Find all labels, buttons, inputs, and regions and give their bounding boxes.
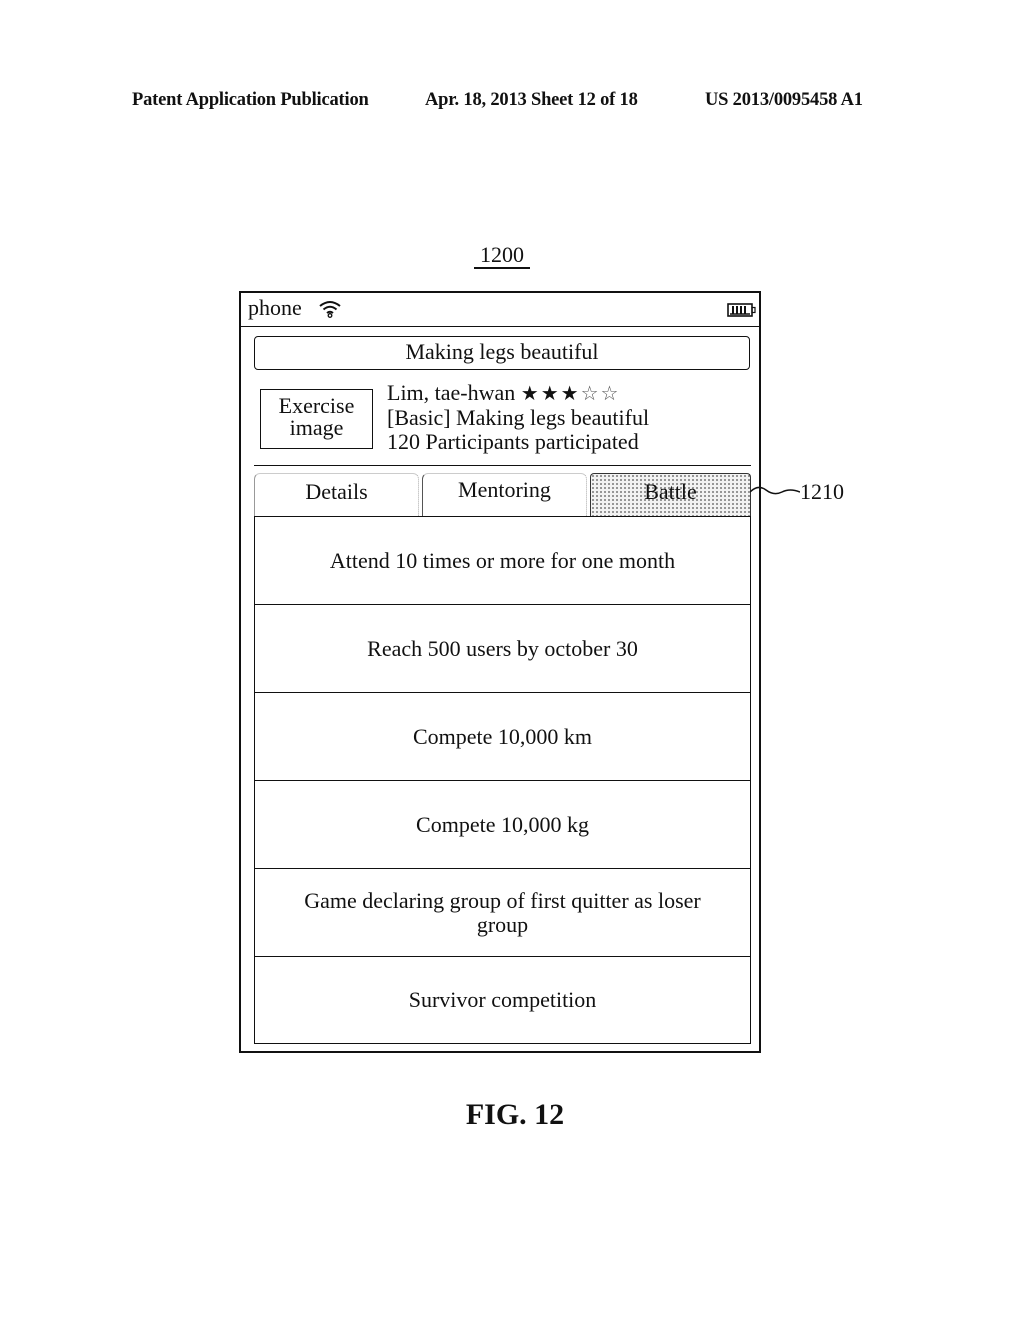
battle-item-first-quitter[interactable]: Game declaring group of first quitter as… xyxy=(255,869,750,957)
carrier-label: phone xyxy=(248,295,302,320)
program-info: Lim, tae-hwan ★★★☆☆ [Basic] Making legs … xyxy=(387,381,649,454)
battle-list: Attend 10 times or more for one month Re… xyxy=(254,516,751,1044)
battle-item-attend[interactable]: Attend 10 times or more for one month xyxy=(255,517,750,605)
publication-date-sheet: Apr. 18, 2013 Sheet 12 of 18 xyxy=(425,90,638,110)
figure-label: FIG. 12 xyxy=(465,1098,565,1131)
battle-item-survivor[interactable]: Survivor competition xyxy=(255,957,750,1043)
publication-number: US 2013/0095458 A1 xyxy=(705,90,863,110)
tab-mentoring[interactable]: Mentoring xyxy=(422,473,587,516)
section-divider xyxy=(254,465,751,466)
star-empty-icon: ☆ xyxy=(580,383,601,405)
callout-leader-line xyxy=(750,486,800,495)
participant-count: 120 Participants participated xyxy=(387,429,639,454)
wifi-icon xyxy=(319,301,341,318)
instructor-line: Lim, tae-hwan ★★★☆☆ xyxy=(387,381,649,406)
status-bar: phone xyxy=(241,293,759,327)
battery-icon xyxy=(727,303,756,317)
phone-screen: phone Making legs beautiful Exercise ima… xyxy=(239,291,761,1053)
tab-battle[interactable]: Battle xyxy=(590,473,751,516)
tab-callout-reference: 1210 xyxy=(800,479,844,504)
tab-bar: Details Mentoring Battle xyxy=(254,473,751,516)
tab-details[interactable]: Details xyxy=(254,473,419,516)
program-title: Making legs beautiful xyxy=(254,336,750,370)
instructor-name: Lim, tae-hwan xyxy=(387,380,516,405)
exercise-image-placeholder: Exercise image xyxy=(260,389,373,449)
battle-item-reach-users[interactable]: Reach 500 users by october 30 xyxy=(255,605,750,693)
rating-stars: ★★★☆☆ xyxy=(521,383,621,405)
course-name: [Basic] Making legs beautiful xyxy=(387,405,650,430)
star-filled-icon: ★ xyxy=(540,383,561,405)
battle-item-weight[interactable]: Compete 10,000 kg xyxy=(255,781,750,869)
star-filled-icon: ★ xyxy=(560,383,581,405)
publication-type: Patent Application Publication xyxy=(132,90,369,110)
star-empty-icon: ☆ xyxy=(600,383,621,405)
star-filled-icon: ★ xyxy=(520,383,541,405)
battle-item-distance[interactable]: Compete 10,000 km xyxy=(255,693,750,781)
figure-reference-number: 1200 xyxy=(474,243,530,269)
